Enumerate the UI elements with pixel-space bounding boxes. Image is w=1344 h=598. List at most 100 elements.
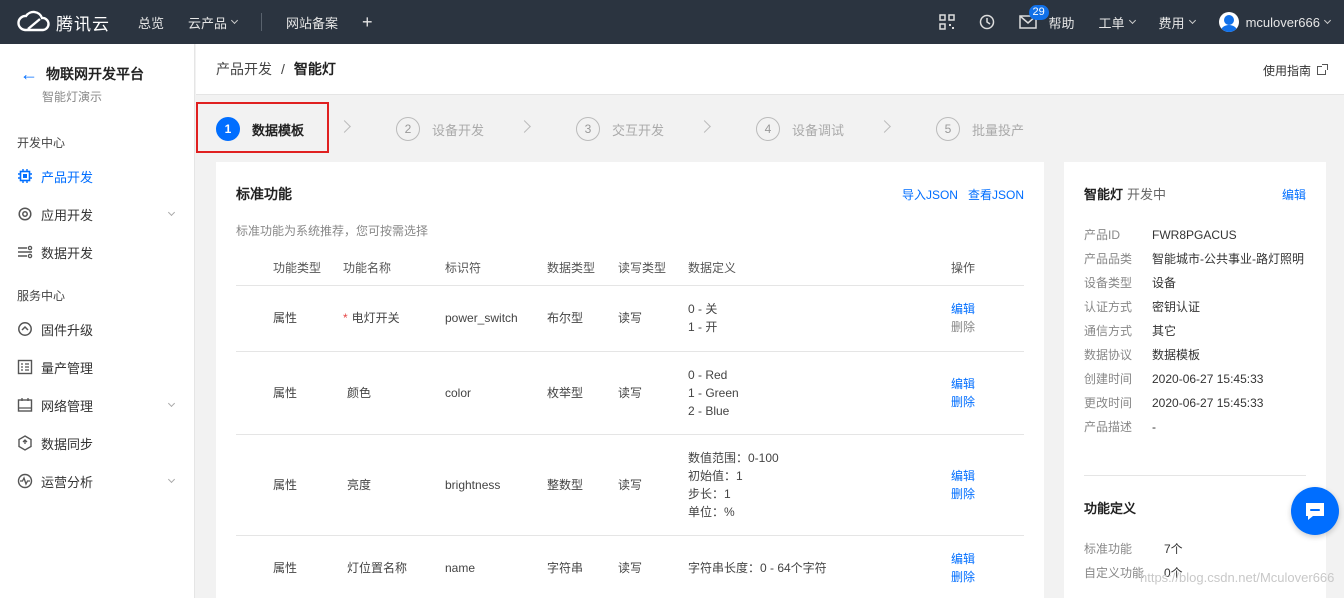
messages-button[interactable]: 29 帮助 (1007, 4, 1087, 32)
chevron-down-icon (230, 16, 239, 25)
column-header: 操作 (951, 250, 1024, 286)
sidebar-item-data-sync[interactable]: 数据同步 (0, 424, 194, 462)
ticket-menu[interactable]: 工单 (1087, 13, 1147, 32)
cell-name: 亮度 (343, 434, 445, 536)
column-header: 功能名称 (343, 250, 445, 286)
definition-line: 1 - 开 (688, 320, 718, 334)
step-interaction-dev[interactable]: 3 交互开发 (576, 117, 664, 141)
sidebar-item-mass-production[interactable]: 量产管理 (0, 348, 194, 386)
step-label: 批量投产 (972, 122, 1025, 138)
billing-menu[interactable]: 费用 (1147, 13, 1207, 32)
username: mculover666 (1245, 14, 1320, 30)
cell-data-type: 布尔型 (547, 285, 618, 352)
info-key: 产品ID (1084, 228, 1121, 242)
sync-icon (18, 435, 32, 451)
user-menu[interactable]: mculover666 (1207, 12, 1344, 32)
step-label: 交互开发 (612, 122, 665, 138)
definition-line: 单位：% (688, 504, 735, 519)
info-key: 产品品类 (1084, 252, 1133, 266)
info-row: 通信方式 其它 (1084, 322, 1314, 340)
sidebar-item-app-dev[interactable]: 应用开发 (0, 195, 194, 233)
sidebar-item-label: 网络管理 (41, 398, 94, 414)
standard-functions-card: 标准功能 导入JSON 查看JSON 标准功能为系统推荐，您可按需选择 功能类型… (216, 162, 1044, 598)
qrcode-button[interactable] (927, 14, 967, 30)
import-json-link[interactable]: 导入JSON (902, 186, 958, 203)
delete-button[interactable]: 删除 (951, 318, 1024, 336)
cell-identifier: power_switch (445, 285, 547, 352)
history-button[interactable] (967, 14, 1007, 30)
nav-products[interactable]: 云产品 (176, 13, 249, 32)
info-row: 产品品类 智能城市-公共事业-路灯照明 (1084, 250, 1314, 268)
top-bar: 腾讯云 总览 云产品 网站备案 + 29 帮助 工单 费用 mculover66… (0, 0, 1344, 44)
step-device-debug[interactable]: 4 设备调试 (756, 117, 844, 141)
platform-title[interactable]: ← 物联网开发平台 (20, 64, 194, 84)
upgrade-icon (18, 322, 32, 336)
external-link-icon (1317, 64, 1328, 75)
view-json-link[interactable]: 查看JSON (968, 186, 1024, 203)
sidebar-item-data-dev[interactable]: 数据开发 (0, 233, 194, 271)
delete-button[interactable]: 删除 (951, 568, 1024, 586)
delete-button[interactable]: 删除 (951, 393, 1024, 411)
edit-button[interactable]: 编辑 (951, 467, 1024, 485)
billing-label: 费用 (1158, 15, 1185, 31)
info-row: 产品ID FWR8PGACUS (1084, 226, 1314, 244)
nav-icp[interactable]: 网站备案 (274, 13, 350, 32)
cell-name: * 电灯开关 (343, 285, 445, 352)
cell-data-type: 整数型 (547, 434, 618, 536)
sidebar-item-network[interactable]: 网络管理 (0, 386, 194, 424)
add-shortcut-button[interactable]: + (350, 12, 385, 33)
step-device-dev[interactable]: 2 设备开发 (396, 117, 484, 141)
help-link[interactable]: 帮助 (1049, 13, 1075, 32)
breadcrumb-parent[interactable]: 产品开发 (216, 59, 272, 79)
cell-rw-type: 读写 (618, 535, 688, 598)
edit-button[interactable]: 编辑 (951, 375, 1024, 393)
cell-data-type: 字符串 (547, 535, 618, 598)
cell-name: 灯位置名称 (343, 535, 445, 598)
tencent-cloud-logo[interactable]: 腾讯云 (16, 10, 126, 35)
info-row: 产品描述 - (1084, 418, 1314, 436)
function-name: 颜色 (347, 385, 372, 400)
table-row: 属性 颜色 color 枚举型 读写 0 - Red 1 - Green 2 - Blue 编辑… (236, 351, 1024, 435)
product-info-panel: 智能灯 开发中 编辑 产品ID FWR8PGACUS 产品品类 智能城市-公共事业-路灯… (1064, 162, 1326, 598)
flow-icon (18, 245, 33, 259)
cell-identifier: color (445, 351, 547, 435)
table-row: 属性 * 电灯开关 power_switch 布尔型 读写 0 - 关1 - 开编辑 删除 (236, 285, 1024, 352)
info-key: 数据协议 (1084, 348, 1133, 362)
delete-button[interactable]: 删除 (951, 485, 1024, 503)
sidebar-item-product-dev[interactable]: 产品开发 (0, 157, 194, 195)
highlight-box (196, 102, 329, 153)
info-key: 设备类型 (1084, 276, 1133, 290)
info-value: 2020-06-27 15:45:33 (1152, 396, 1264, 410)
info-value: 数据模板 (1152, 348, 1201, 362)
edit-product-link[interactable]: 编辑 (1282, 186, 1306, 203)
column-header: 读写类型 (618, 250, 688, 286)
info-key: 通信方式 (1084, 324, 1133, 338)
edit-button[interactable]: 编辑 (951, 550, 1024, 568)
nav-products-label: 云产品 (188, 15, 228, 31)
sidebar-item-operations[interactable]: 运营分析 (0, 462, 194, 500)
column-header: 标识符 (445, 250, 547, 286)
info-value: 7个 (1164, 542, 1183, 556)
chevron-down-icon (1128, 16, 1136, 25)
sidebar-item-firmware[interactable]: 固件升级 (0, 310, 194, 348)
chat-support-button[interactable] (1291, 487, 1339, 535)
chevron-right-icon (518, 120, 531, 133)
user-guide-link[interactable]: 使用指南 (1263, 62, 1328, 79)
edit-button[interactable]: 编辑 (951, 300, 1024, 318)
gear-icon (18, 207, 32, 221)
cell-definition: 0 - 关 1 - 开 (688, 285, 951, 352)
info-value: 其它 (1152, 324, 1177, 338)
chevron-right-icon (878, 120, 891, 133)
breadcrumb-separator: / (281, 61, 285, 77)
nav-overview[interactable]: 总览 (126, 13, 176, 32)
back-arrow-icon[interactable]: ← (20, 65, 38, 83)
step-mass-production[interactable]: 5 批量投产 (936, 117, 1024, 141)
info-value: 设备 (1152, 276, 1177, 290)
cell-definition: 0 - Red 1 - Green 2 - Blue (688, 351, 951, 435)
definition-line: 0 - Red (688, 367, 728, 382)
chevron-down-icon (1323, 16, 1332, 25)
sidebar-item-label: 数据同步 (41, 436, 94, 452)
product-info-list: 产品ID FWR8PGACUS 产品品类 智能城市-公共事业-路灯照明 设备类型 设备 认证… (1084, 226, 1314, 442)
chevron-down-icon (167, 475, 176, 484)
table-row: 属性 亮度 brightness 整数型 读写 数值范围：0-100 初始值：1 步长：1 单位… (236, 434, 1024, 536)
